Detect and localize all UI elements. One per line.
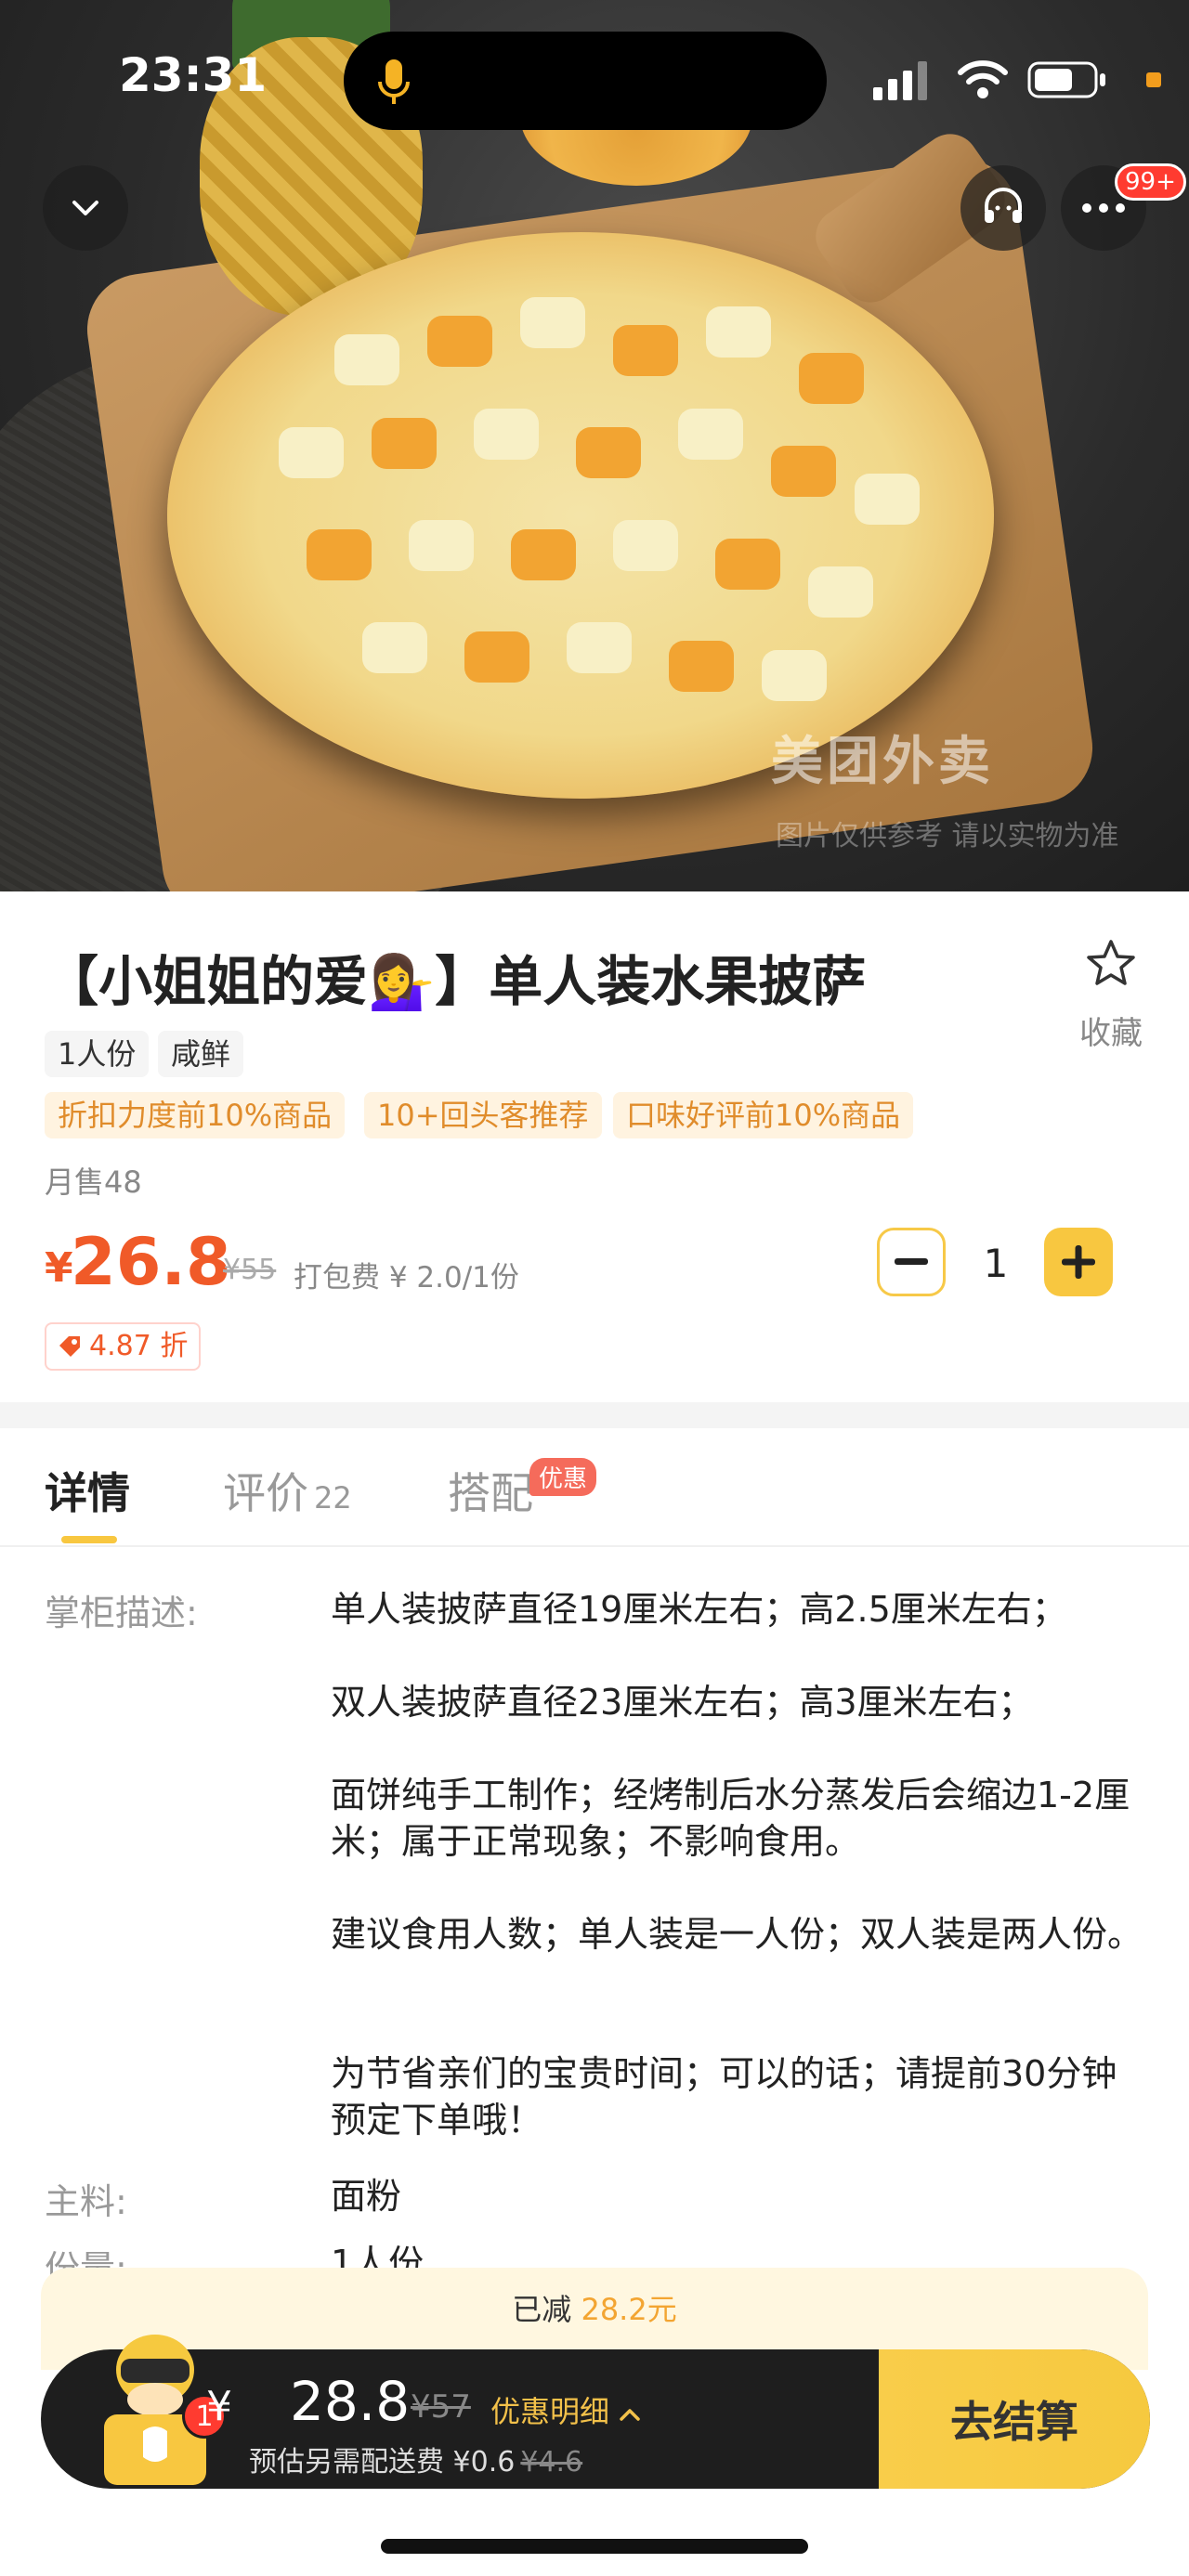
pineapple-chunk xyxy=(567,622,632,673)
description-paragraph: 双人装披萨直径23厘米左右；高3厘米左右； xyxy=(331,1682,1034,1723)
tab-combos[interactable]: 搭配 xyxy=(448,1460,533,1521)
home-indicator xyxy=(381,2539,808,2554)
tab-reviews[interactable]: 评价 22 xyxy=(223,1460,352,1521)
combo-discount-badge: 优惠 xyxy=(529,1458,597,1496)
tag-flavor: 咸鲜 xyxy=(158,1031,244,1077)
main-ingredient-value: 面粉 xyxy=(331,2176,402,2217)
promo-tag-discount: 折扣力度前10%商品 xyxy=(45,1092,346,1138)
description-paragraph: 单人装披萨直径19厘米左右；高2.5厘米左右； xyxy=(331,1589,1067,1630)
mango-chunk xyxy=(576,427,641,478)
customer-service-button[interactable] xyxy=(960,165,1046,251)
mango-chunk xyxy=(427,316,492,367)
pineapple-chunk xyxy=(762,650,827,701)
description-paragraph: 为节省亲们的宝贵时间；可以的话；请提前30分钟预定下单哦！ xyxy=(331,2053,1117,2140)
cart-total: 28.8 xyxy=(290,2370,411,2433)
pineapple-chunk xyxy=(334,334,399,385)
tab-reviews-label: 评价 xyxy=(223,1468,308,1518)
pineapple-chunk xyxy=(520,297,585,348)
delivery-fee: 预估另需配送费 ¥0.6 ¥4.6 xyxy=(249,2439,582,2479)
favorite-button[interactable] xyxy=(1078,938,1144,994)
battery-icon xyxy=(1027,61,1105,98)
cellular-signal-icon xyxy=(873,61,927,100)
chevron-down-icon xyxy=(72,201,98,215)
decrease-quantity-button[interactable] xyxy=(877,1228,946,1296)
delivery-fee-text: 预估另需配送费 ¥0.6 xyxy=(249,2446,516,2478)
cart-original-total: ¥57 xyxy=(411,2388,471,2426)
star-icon xyxy=(1087,940,1135,985)
packing-fee: 打包费 ¥ 2.0/1份 xyxy=(294,1261,519,1295)
plus-icon xyxy=(1062,1245,1095,1279)
tab-combos-label: 搭配 xyxy=(448,1468,533,1518)
checkout-button[interactable]: 去结算 xyxy=(879,2349,1150,2489)
notification-badge: 99+ xyxy=(1115,163,1186,201)
microphone-icon xyxy=(378,59,410,104)
tab-details[interactable]: 详情 xyxy=(45,1460,130,1521)
review-count: 22 xyxy=(314,1480,352,1516)
pizza xyxy=(167,232,994,799)
collapse-button[interactable] xyxy=(43,165,128,251)
favorite-label[interactable]: 收藏 xyxy=(1078,1008,1144,1053)
headset-icon xyxy=(985,188,1022,223)
mango-chunk xyxy=(372,418,437,469)
pineapple-chunk xyxy=(474,409,539,460)
pineapple-chunk xyxy=(855,474,920,525)
delivery-fee-original: ¥4.6 xyxy=(520,2446,583,2478)
price-tag-icon xyxy=(59,1336,80,1357)
tabs-divider xyxy=(0,1545,1189,1547)
discount-details-link[interactable]: 优惠明细 xyxy=(490,2388,641,2431)
mango-chunk xyxy=(771,446,836,497)
mango-chunk xyxy=(669,641,734,692)
tab-details-label: 详情 xyxy=(45,1468,130,1518)
dynamic-island xyxy=(344,32,827,130)
more-dots-icon xyxy=(1082,203,1125,213)
section-divider xyxy=(0,1402,1189,1428)
meituan-watermark: 美团外卖 xyxy=(771,732,994,792)
product-title: 【小姐姐的爱💁‍♀️】单人装水果披萨 xyxy=(45,950,867,1013)
pineapple-chunk xyxy=(362,622,427,673)
mango-chunk xyxy=(613,325,678,376)
discount-text: 4.87 折 xyxy=(89,1330,189,1362)
quantity-value: 1 xyxy=(983,1241,1009,1286)
monthly-sales: 月售48 xyxy=(45,1164,142,1200)
pineapple-chunk xyxy=(808,566,873,618)
pineapple-chunk xyxy=(706,306,771,358)
product-image[interactable]: 美团外卖 图片仅供参考 请以实物为准 xyxy=(0,0,1189,891)
pineapple-chunk xyxy=(613,520,678,571)
mango-chunk xyxy=(715,539,780,590)
promo-tag-repeat: 10+回头客推荐 xyxy=(364,1092,602,1138)
description-paragraph: 建议食用人数；单人装是一人份；双人装是两人份。 xyxy=(331,1914,1143,1955)
chevron-up-icon xyxy=(620,2409,640,2421)
mango-chunk xyxy=(799,353,864,404)
image-disclaimer: 图片仅供参考 请以实物为准 xyxy=(776,820,1119,852)
cart-currency: ¥ xyxy=(206,2383,232,2430)
original-price: ¥55 xyxy=(223,1254,277,1286)
pineapple-chunk xyxy=(678,409,743,460)
price: 26.8 xyxy=(71,1224,231,1300)
mango-chunk xyxy=(307,529,372,580)
savings-amount: 28.2元 xyxy=(581,2292,677,2327)
wifi-icon xyxy=(958,60,1008,98)
price-currency: ¥ xyxy=(45,1244,73,1292)
discount-details-label: 优惠明细 xyxy=(490,2394,610,2429)
active-tab-indicator xyxy=(61,1536,117,1543)
recording-indicator xyxy=(1146,72,1161,87)
savings-prefix: 已减 xyxy=(512,2292,572,2327)
description-paragraph: 面饼纯手工制作；经烤制后水分蒸发后会缩边1-2厘米；属于正常现象；不影响食用。 xyxy=(331,1775,1130,1862)
main-ingredient-label: 主料: xyxy=(45,2181,127,2222)
mango-chunk xyxy=(464,631,529,683)
pineapple-chunk xyxy=(409,520,474,571)
increase-quantity-button[interactable] xyxy=(1044,1228,1113,1296)
mango-chunk xyxy=(511,529,576,580)
minus-icon xyxy=(895,1258,928,1265)
promo-tag-taste: 口味好评前10%商品 xyxy=(613,1092,914,1138)
discount-tag: 4.87 折 xyxy=(45,1322,202,1371)
pineapple-chunk xyxy=(279,427,344,478)
status-time: 23:31 xyxy=(119,48,268,102)
tag-portion: 1人份 xyxy=(45,1031,150,1077)
description-label: 掌柜描述: xyxy=(45,1593,198,1633)
